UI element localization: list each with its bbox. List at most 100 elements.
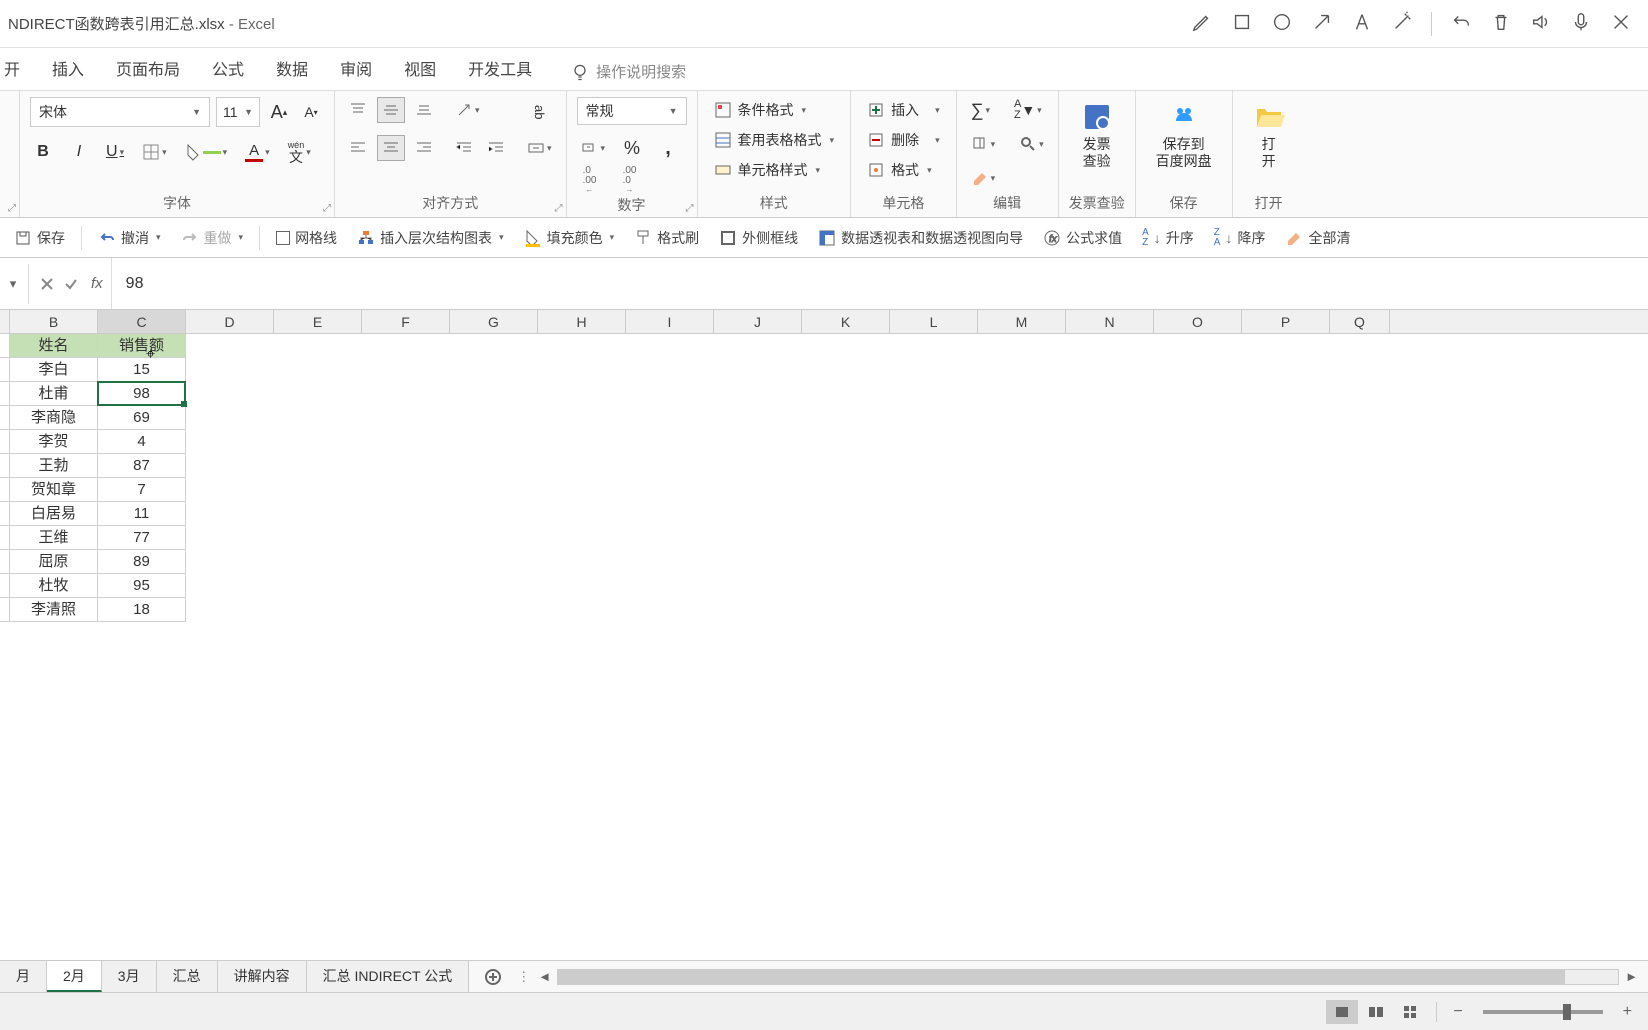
cell[interactable]: 89 <box>98 550 186 574</box>
sheet-tab[interactable]: 汇总 <box>157 961 218 992</box>
spreadsheet-grid[interactable]: BCDEFGHIJKLMNOPQ 姓名销售额李白15杜甫98李商隐69李贺4王勃… <box>0 310 1648 754</box>
cell[interactable]: 李贺 <box>10 430 98 454</box>
zoom-in-button[interactable]: + <box>1617 1003 1638 1021</box>
undo-icon[interactable] <box>1450 11 1472 36</box>
cell-style-button[interactable]: 单元格样式▾ <box>708 157 841 183</box>
qb-formula-eval[interactable]: fx公式求值 <box>1035 224 1130 252</box>
orientation-button[interactable]: ▾ <box>451 97 484 123</box>
column-header-Q[interactable]: Q <box>1330 310 1390 333</box>
find-button[interactable]: ▾ <box>1015 131 1048 157</box>
cell[interactable]: 杜甫 <box>10 382 98 406</box>
cell[interactable]: 69 <box>98 406 186 430</box>
cell[interactable]: 王勃 <box>10 454 98 478</box>
qb-clear-all[interactable]: 全部清 <box>1277 224 1358 252</box>
name-box-dropdown[interactable]: ▾ <box>4 276 22 292</box>
fill-color-button[interactable]: ▾ <box>181 139 232 165</box>
align-center-button[interactable] <box>377 135 405 161</box>
clear-button[interactable]: ▾ <box>967 165 1000 191</box>
indent-inc-button[interactable] <box>483 135 509 161</box>
column-header-M[interactable]: M <box>978 310 1066 333</box>
scroll-left-button[interactable]: ◄ <box>538 969 551 984</box>
tab-insert[interactable]: 插入 <box>38 46 98 90</box>
column-header-G[interactable]: G <box>450 310 538 333</box>
grow-font-button[interactable]: A▴ <box>266 99 292 125</box>
header-cell[interactable]: 姓名 <box>10 334 98 358</box>
fill-button[interactable]: ▾ <box>967 131 1000 157</box>
column-header-I[interactable]: I <box>626 310 714 333</box>
cell[interactable]: 贺知章 <box>10 478 98 502</box>
qb-painter[interactable]: 格式刷 <box>626 224 707 252</box>
qb-undo[interactable]: 撤消▾ <box>90 224 169 252</box>
bold-button[interactable]: B <box>30 139 56 165</box>
align-middle-button[interactable] <box>377 97 405 123</box>
sheet-tab[interactable]: 讲解内容 <box>218 961 307 992</box>
scroll-right-button[interactable]: ► <box>1625 969 1638 984</box>
normal-view-button[interactable] <box>1326 1000 1358 1024</box>
cell[interactable]: 4 <box>98 430 186 454</box>
cell[interactable]: 15 <box>98 358 186 382</box>
column-header-F[interactable]: F <box>362 310 450 333</box>
column-header-K[interactable]: K <box>802 310 890 333</box>
currency-button[interactable]: ▾ <box>577 135 610 161</box>
cell[interactable]: 18 <box>98 598 186 622</box>
arrow-icon[interactable] <box>1311 11 1333 36</box>
clipboard-launcher[interactable]: ⤢ <box>8 203 16 214</box>
format-cells-button[interactable]: 格式▾ <box>861 157 946 183</box>
border-button[interactable]: ▾ <box>138 139 171 165</box>
cell[interactable]: 杜牧 <box>10 574 98 598</box>
decimal-dec-button[interactable]: .00.0→ <box>617 167 643 193</box>
cell[interactable]: 李清照 <box>10 598 98 622</box>
cell[interactable]: 95 <box>98 574 186 598</box>
sheet-tab[interactable]: 3月 <box>102 961 157 992</box>
merge-button[interactable]: ▾ <box>523 133 556 163</box>
sheet-tab[interactable]: 月 <box>0 961 47 992</box>
font-name-select[interactable]: 宋体▼ <box>30 97 210 127</box>
edit-icon[interactable] <box>1191 11 1213 36</box>
italic-button[interactable]: I <box>66 139 92 165</box>
sort-button[interactable]: AZ▼▾ <box>1010 97 1046 123</box>
formula-input[interactable]: 98 <box>111 258 1648 309</box>
align-top-button[interactable] <box>345 97 371 123</box>
mic-icon[interactable] <box>1570 11 1592 36</box>
qb-sort-desc[interactable]: ZA↓降序 <box>1206 224 1274 252</box>
add-sheet-button[interactable] <box>479 963 507 991</box>
percent-button[interactable]: % <box>619 135 645 161</box>
cell[interactable]: 7 <box>98 478 186 502</box>
qb-hierarchy[interactable]: 插入层次结构图表▾ <box>349 224 512 252</box>
zoom-out-button[interactable]: − <box>1447 1003 1468 1021</box>
number-format-select[interactable]: 常规▼ <box>577 97 687 125</box>
magic-icon[interactable] <box>1391 11 1413 36</box>
indent-dec-button[interactable] <box>451 135 477 161</box>
align-launcher[interactable]: ⤢ <box>555 203 563 214</box>
qb-gridlines[interactable]: 网格线 <box>268 224 345 252</box>
column-header-O[interactable]: O <box>1154 310 1242 333</box>
table-format-button[interactable]: 套用表格格式▾ <box>708 127 841 153</box>
number-launcher[interactable]: ⤢ <box>686 203 694 214</box>
close-icon[interactable] <box>1610 11 1632 36</box>
cell[interactable]: 李商隐 <box>10 406 98 430</box>
wrap-text-button[interactable]: ab <box>523 97 556 127</box>
conditional-format-button[interactable]: 条件格式▾ <box>708 97 841 123</box>
horizontal-scrollbar[interactable] <box>557 969 1619 985</box>
tab-view[interactable]: 视图 <box>390 46 450 90</box>
column-header-C[interactable]: C <box>98 310 186 333</box>
column-header-H[interactable]: H <box>538 310 626 333</box>
tab-home[interactable]: 开 <box>4 46 34 90</box>
qb-pivot[interactable]: 数据透视表和数据透视图向导 <box>810 224 1031 252</box>
column-header-D[interactable]: D <box>186 310 274 333</box>
delete-cells-button[interactable]: 删除▾ <box>861 127 946 153</box>
decimal-inc-button[interactable]: .0.00← <box>577 167 603 193</box>
page-layout-button[interactable] <box>1360 1000 1392 1024</box>
cell[interactable]: 屈原 <box>10 550 98 574</box>
shrink-font-button[interactable]: A▾ <box>298 99 324 125</box>
delete-icon[interactable] <box>1490 11 1512 36</box>
underline-button[interactable]: U▾ <box>102 139 128 165</box>
invoice-button[interactable]: 发票查验 <box>1069 97 1125 174</box>
tab-data[interactable]: 数据 <box>262 46 322 90</box>
circle-icon[interactable] <box>1271 11 1293 36</box>
tab-review[interactable]: 审阅 <box>326 46 386 90</box>
cancel-formula-button[interactable] <box>35 272 59 296</box>
square-icon[interactable] <box>1231 11 1253 36</box>
align-bottom-button[interactable] <box>411 97 437 123</box>
tell-me-search[interactable]: 操作说明搜索 <box>558 53 698 90</box>
